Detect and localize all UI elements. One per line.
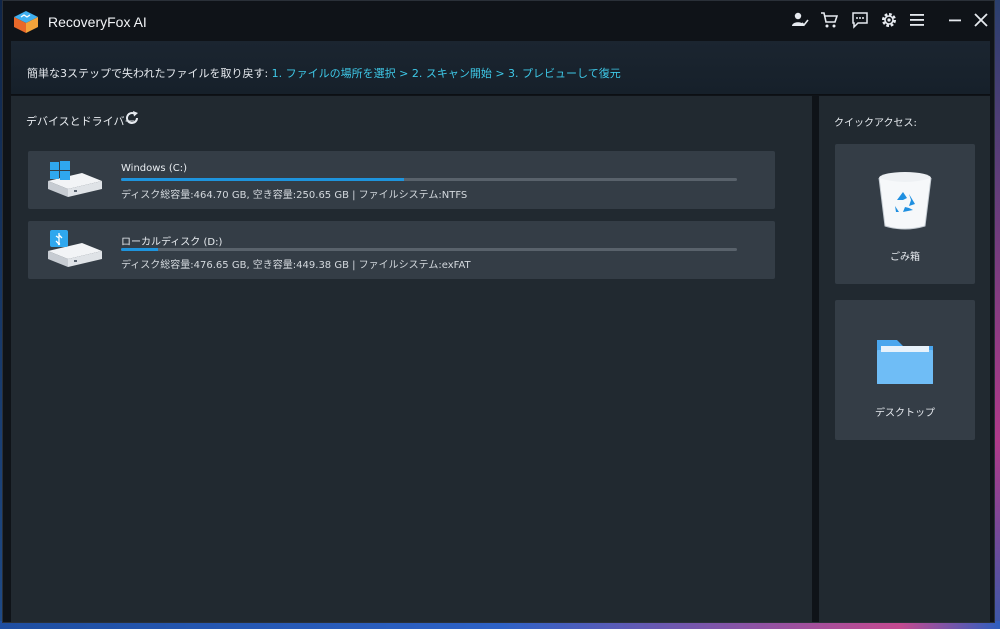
quick-access-recycle-bin[interactable]: ごみ箱 <box>835 144 975 284</box>
devices-title: デバイスとドライバー <box>26 115 136 128</box>
drive-name: Windows (C:) <box>121 163 187 174</box>
cart-icon[interactable] <box>818 9 840 31</box>
app-title: RecoveryFox AI <box>48 14 147 30</box>
settings-icon[interactable] <box>878 9 900 31</box>
steps-info-prefix: 簡単な3ステップで失われたファイルを取り戻す: <box>27 67 269 80</box>
steps-info-text: 簡単な3ステップで失われたファイルを取り戻す: 1. ファイルの場所を選択 > … <box>27 65 621 81</box>
quick-access-desktop[interactable]: デスクトップ <box>835 300 975 440</box>
folder-icon <box>877 340 933 384</box>
devices-panel: デバイスとドライバー Windows (C:) ディスク総容量:464.70 G… <box>11 96 812 622</box>
drive-name: ローカルディスク (D:) <box>121 237 223 248</box>
account-icon[interactable] <box>789 9 811 31</box>
drive-usage-fill <box>121 178 405 181</box>
recycle-bin-icon <box>878 172 932 230</box>
title-bar: RecoveryFox AI <box>3 1 994 41</box>
minimize-icon[interactable] <box>944 9 966 31</box>
feedback-icon[interactable] <box>849 9 871 31</box>
usb-drive-icon <box>48 230 102 267</box>
quick-access-title: クイックアクセス: <box>834 118 917 129</box>
quick-access-label: ごみ箱 <box>890 252 920 263</box>
drive-details: ディスク総容量:476.65 GB, 空き容量:449.38 GB | ファイル… <box>121 260 471 271</box>
quick-access-panel: クイックアクセス: ごみ箱 デスクトップ <box>819 96 990 622</box>
drive-usage-fill <box>121 248 158 251</box>
refresh-icon[interactable] <box>124 110 140 126</box>
quick-access-label: デスクトップ <box>875 408 935 419</box>
desktop-background-right <box>995 0 1000 629</box>
close-icon[interactable] <box>970 9 992 31</box>
drive-usage-bar <box>121 178 737 181</box>
drive-card-d[interactable]: ローカルディスク (D:) ディスク総容量:476.65 GB, 空き容量:44… <box>28 221 775 279</box>
drive-card-c[interactable]: Windows (C:) ディスク総容量:464.70 GB, 空き容量:250… <box>28 151 775 209</box>
windows-drive-icon <box>48 161 102 197</box>
drive-details: ディスク総容量:464.70 GB, 空き容量:250.65 GB | ファイル… <box>121 190 468 201</box>
app-window: RecoveryFox AI 簡単な3ステップで失われたファイルを取り戻す: 1… <box>2 0 995 623</box>
menu-icon[interactable] <box>906 9 928 31</box>
drive-usage-bar <box>121 248 737 251</box>
app-logo-icon <box>14 11 38 33</box>
steps-info-bar: 簡単な3ステップで失われたファイルを取り戻す: 1. ファイルの場所を選択 > … <box>11 41 990 95</box>
steps-info-steps: 1. ファイルの場所を選択 > 2. スキャン開始 > 3. プレビューして復元 <box>271 67 621 80</box>
